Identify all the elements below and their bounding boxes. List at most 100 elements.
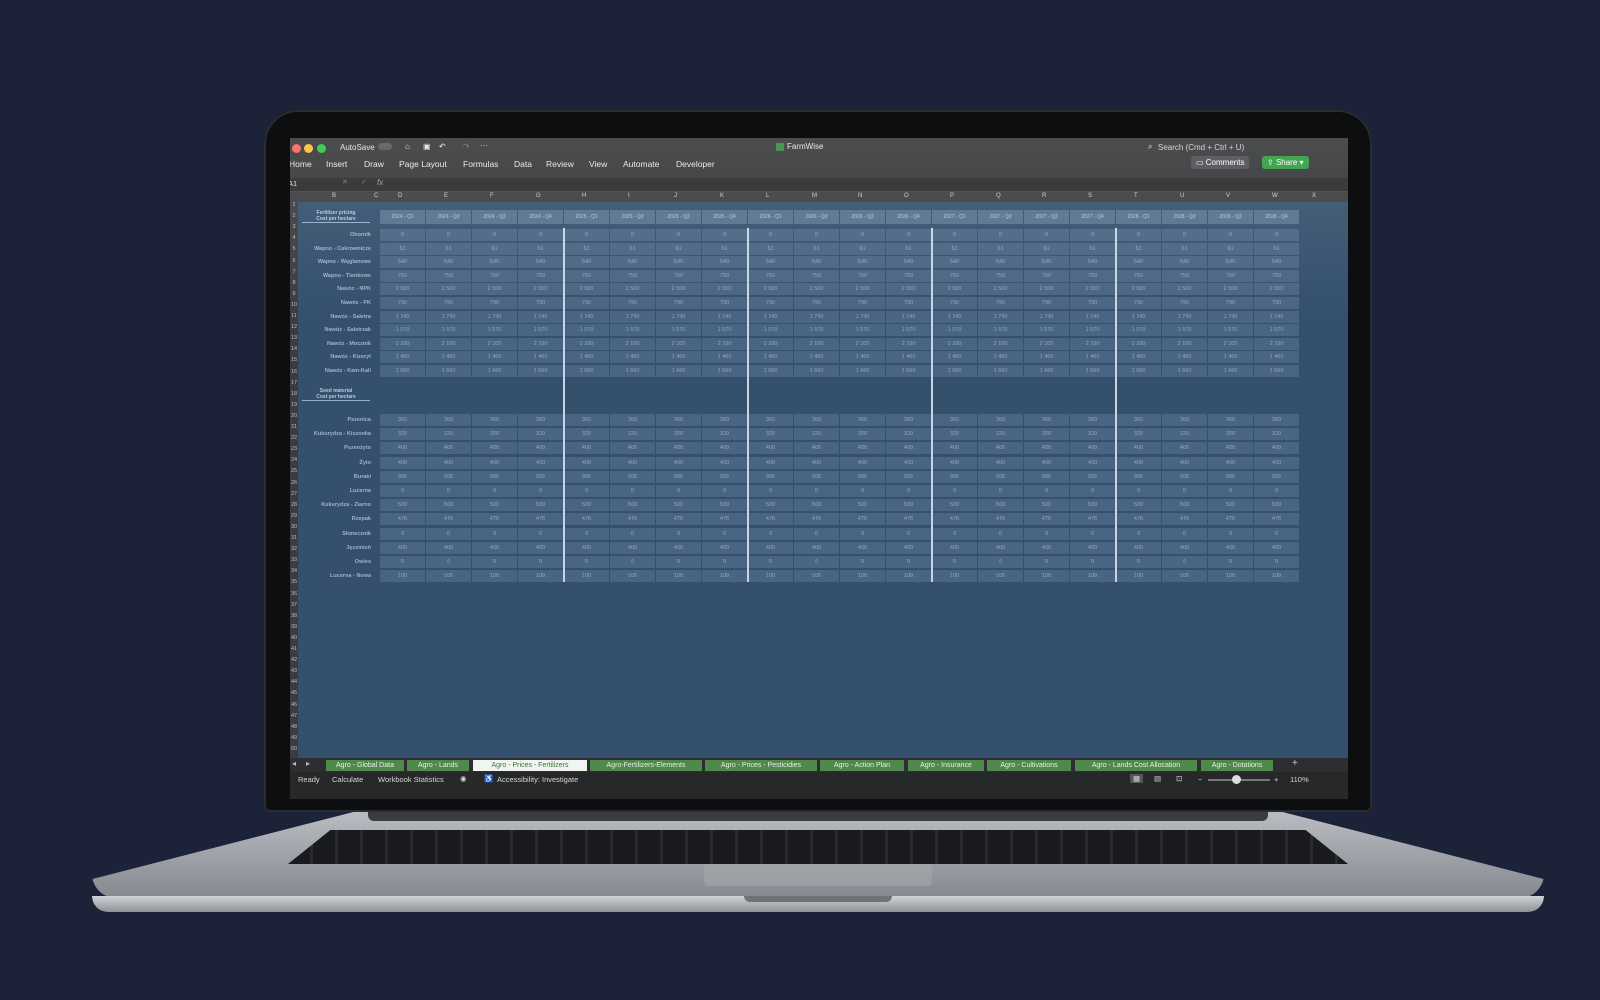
fertilizer-value-cell[interactable]: 1 570 — [656, 324, 701, 337]
seed-value-cell[interactable]: 0 — [840, 556, 885, 568]
row-number[interactable]: 4 — [290, 235, 298, 241]
quarter-header[interactable]: 2025 - Q4 — [702, 210, 747, 224]
fertilizer-value-cell[interactable]: 2 500 — [978, 283, 1023, 296]
seed-value-cell[interactable]: 905 — [610, 470, 655, 483]
fertilizer-value-cell[interactable]: 540 — [1254, 256, 1299, 269]
fertilizer-value-cell[interactable]: 790 — [426, 297, 471, 309]
seed-value-cell[interactable]: 400 — [518, 456, 563, 469]
seed-value-cell[interactable]: 100 — [932, 570, 977, 583]
seed-value-cell[interactable]: 320 — [1116, 428, 1161, 441]
fertilizer-value-cell[interactable]: 1 660 — [610, 365, 655, 377]
seed-value-cell[interactable]: 400 — [1024, 442, 1069, 455]
fertilizer-value-cell[interactable]: 1 740 — [978, 310, 1023, 323]
fertilizer-value-cell[interactable]: 2 100 — [472, 337, 517, 350]
row-number[interactable]: 47 — [290, 713, 298, 719]
seed-value-cell[interactable]: 400 — [610, 456, 655, 469]
seed-value-cell[interactable]: 0 — [702, 556, 747, 568]
comments-button[interactable]: ▭ Comments — [1191, 156, 1250, 169]
sheet-grid[interactable]: 2024 - Q1 2024 - Q2 2024 - Q3 2024 - Q4 2025… — [298, 202, 1348, 758]
seed-value-cell[interactable]: 400 — [702, 456, 747, 469]
column-header-p[interactable]: P — [950, 193, 954, 199]
fertilizer-value-cell[interactable]: 1 460 — [1070, 351, 1115, 364]
fertilizer-value-cell[interactable]: 61 — [1208, 242, 1253, 255]
quarter-header[interactable]: 2026 - Q1 — [748, 210, 793, 224]
seed-value-cell[interactable]: 100 — [1208, 570, 1253, 583]
row-number[interactable]: 46 — [290, 702, 298, 708]
fertilizer-value-cell[interactable]: 2 500 — [1208, 283, 1253, 296]
seed-value-cell[interactable]: 400 — [426, 456, 471, 469]
menu-draw[interactable]: Draw — [364, 159, 384, 169]
fertilizer-value-cell[interactable]: 2 500 — [748, 283, 793, 296]
row-number[interactable]: 49 — [290, 735, 298, 741]
fertilizer-value-cell[interactable]: 790 — [886, 297, 931, 309]
row-number[interactable]: 21 — [290, 424, 298, 430]
seed-value-cell[interactable]: 360 — [1024, 414, 1069, 426]
seed-value-cell[interactable]: 0 — [564, 556, 609, 568]
zoom-out-button[interactable]: − — [1198, 775, 1202, 784]
seed-value-cell[interactable]: 400 — [886, 456, 931, 469]
fertilizer-value-cell[interactable]: 790 — [1070, 297, 1115, 309]
fertilizer-value-cell[interactable]: 1 740 — [1254, 310, 1299, 323]
seed-value-cell[interactable]: 0 — [1208, 485, 1253, 497]
zoom-slider-handle[interactable] — [1232, 775, 1241, 784]
menu-formulas[interactable]: Formulas — [463, 159, 498, 169]
fertilizer-value-cell[interactable]: 0 — [610, 229, 655, 241]
column-header-n[interactable]: N — [858, 193, 862, 199]
seed-value-cell[interactable]: 320 — [748, 428, 793, 441]
seed-value-cell[interactable]: 400 — [1162, 541, 1207, 554]
row-number[interactable]: 40 — [290, 635, 298, 641]
fertilizer-value-cell[interactable]: 1 460 — [1254, 351, 1299, 364]
fertilizer-value-cell[interactable]: 2 100 — [564, 337, 609, 350]
quarter-header[interactable]: 2025 - Q2 — [610, 210, 655, 224]
seed-value-cell[interactable]: 476 — [794, 513, 839, 526]
tab-agro-insurance[interactable]: Agro - Insurance — [908, 760, 984, 771]
fertilizer-value-cell[interactable]: 790 — [472, 297, 517, 309]
fertilizer-value-cell[interactable]: 1 740 — [1070, 310, 1115, 323]
row-number[interactable]: 44 — [290, 679, 298, 685]
fertilizer-value-cell[interactable]: 790 — [656, 297, 701, 309]
seed-value-cell[interactable]: 500 — [564, 499, 609, 512]
seed-value-cell[interactable]: 0 — [1116, 556, 1161, 568]
fertilizer-value-cell[interactable]: 1 740 — [564, 310, 609, 323]
seed-value-cell[interactable]: 400 — [1116, 541, 1161, 554]
seed-value-cell[interactable]: 0 — [1254, 527, 1299, 540]
column-header-e[interactable]: E — [444, 193, 448, 199]
seed-value-cell[interactable]: 400 — [748, 541, 793, 554]
row-number[interactable]: 50 — [290, 746, 298, 752]
fertilizer-value-cell[interactable]: 1 570 — [978, 324, 1023, 337]
seed-value-cell[interactable]: 400 — [1254, 456, 1299, 469]
quarter-header[interactable]: 2028 - Q4 — [1254, 210, 1299, 224]
seed-value-cell[interactable]: 0 — [610, 527, 655, 540]
row-number[interactable]: 2 — [290, 213, 298, 219]
seed-value-cell[interactable]: 0 — [656, 556, 701, 568]
close-window-button[interactable] — [292, 144, 301, 153]
autosave-toggle[interactable] — [378, 143, 392, 150]
fertilizer-value-cell[interactable]: 2 500 — [656, 283, 701, 296]
fertilizer-value-cell[interactable]: 540 — [840, 256, 885, 269]
fertilizer-value-cell[interactable]: 1 460 — [472, 351, 517, 364]
fertilizer-value-cell[interactable]: 61 — [932, 242, 977, 255]
fertilizer-value-cell[interactable]: 2 100 — [426, 337, 471, 350]
seed-value-cell[interactable]: 400 — [518, 541, 563, 554]
tab-agro-dotations[interactable]: Agro - Dotations — [1201, 760, 1273, 771]
fertilizer-value-cell[interactable]: 61 — [656, 242, 701, 255]
seed-value-cell[interactable]: 400 — [748, 442, 793, 455]
fertilizer-value-cell[interactable]: 1 660 — [564, 365, 609, 377]
fertilizer-value-cell[interactable]: 540 — [656, 256, 701, 269]
fertilizer-value-cell[interactable]: 790 — [380, 297, 425, 309]
row-number[interactable]: 45 — [290, 690, 298, 696]
seed-value-cell[interactable]: 400 — [978, 541, 1023, 554]
fertilizer-value-cell[interactable]: 1 460 — [1162, 351, 1207, 364]
seed-value-cell[interactable]: 0 — [1162, 556, 1207, 568]
page-break-view-icon[interactable]: ⊡ — [1176, 774, 1182, 783]
formula-input[interactable] — [390, 180, 1338, 189]
fertilizer-value-cell[interactable]: 0 — [1254, 229, 1299, 241]
fertilizer-value-cell[interactable]: 2 100 — [610, 337, 655, 350]
seed-value-cell[interactable]: 320 — [1024, 428, 1069, 441]
row-number[interactable]: 42 — [290, 657, 298, 663]
row-number[interactable]: 48 — [290, 724, 298, 730]
seed-value-cell[interactable]: 500 — [1116, 499, 1161, 512]
fertilizer-value-cell[interactable]: 61 — [564, 242, 609, 255]
seed-value-cell[interactable]: 360 — [380, 414, 425, 426]
column-header-u[interactable]: U — [1180, 193, 1184, 199]
